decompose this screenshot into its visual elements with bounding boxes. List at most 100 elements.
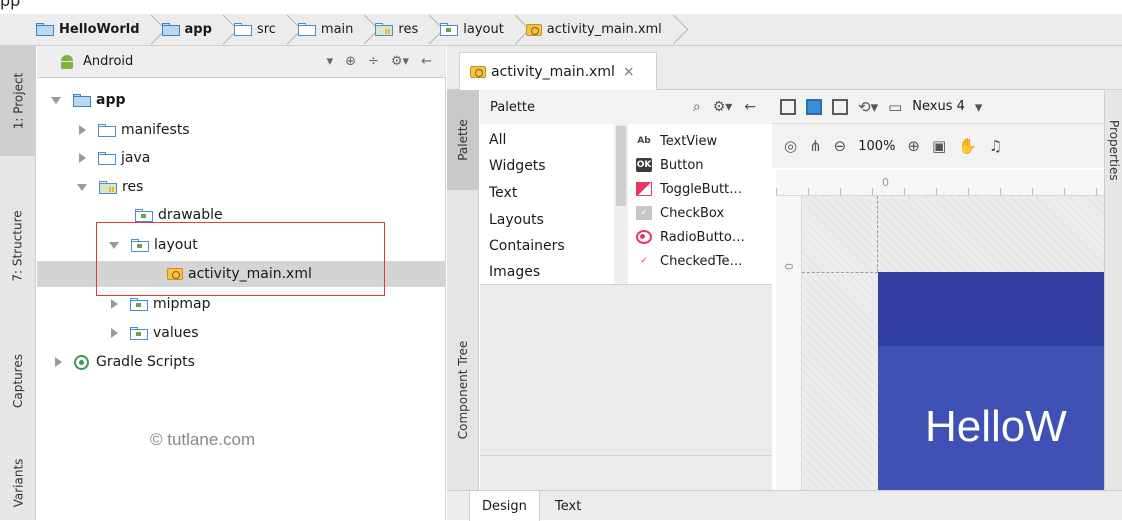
preview-hello-text: HelloW <box>925 402 1067 451</box>
side-tab-label: Component Tree <box>456 340 471 440</box>
tree-item-gradle-scripts[interactable]: Gradle Scripts <box>37 349 446 375</box>
tool-tab-project[interactable]: 1: Project <box>0 46 36 156</box>
guide-line <box>802 272 878 273</box>
orientation-icon[interactable]: ⟲▾ <box>858 98 878 116</box>
breadcrumb-layout[interactable]: layout <box>440 14 526 45</box>
palette-item-checkbox[interactable]: ✓ CheckBox <box>636 202 724 224</box>
zoom-to-fit-icon[interactable]: ▣ <box>932 137 946 155</box>
palette-item-label: ToggleButt… <box>660 181 743 197</box>
palette-item-checkedtextview[interactable]: ✓ CheckedTe… <box>636 250 742 272</box>
pan-hand-icon[interactable]: ✋ <box>958 137 977 155</box>
breadcrumb-helloworld[interactable]: HelloWorld <box>36 14 162 45</box>
palette-scrollbar[interactable] <box>614 124 628 284</box>
settings-gear-icon[interactable]: ⚙▾ <box>713 99 733 115</box>
expand-arrow-icon[interactable] <box>51 96 61 104</box>
tool-tab-structure[interactable]: 7: Structure <box>0 176 36 316</box>
breadcrumb-main[interactable]: main <box>297 14 375 45</box>
zoom-in-icon[interactable]: ⊕ <box>907 137 920 155</box>
tree-item-label: app <box>96 92 126 108</box>
palette-item-radiobutton[interactable]: RadioButto… <box>636 226 745 248</box>
breadcrumb-res[interactable]: res <box>375 14 440 45</box>
panel-divider <box>480 455 772 456</box>
hide-panel-icon[interactable]: ← <box>744 99 756 115</box>
breadcrumb-separator-icon <box>218 14 230 45</box>
design-view-icon[interactable] <box>780 98 796 115</box>
tree-item-res[interactable]: res <box>37 174 446 200</box>
design-toolbar-top: ⟲▾ ▭ Nexus 4 ▾ <box>772 90 1104 124</box>
breadcrumb-src[interactable]: src <box>233 14 298 45</box>
palette-category-text[interactable]: Text <box>489 185 517 201</box>
breadcrumb-separator-icon <box>510 14 522 45</box>
design-toolbar-bottom: ◎ ⋔ ⊖ 100% ⊕ ▣ ✋ ♫ <box>772 124 1104 168</box>
hide-panel-icon[interactable]: ← <box>421 54 432 69</box>
palette-item-textview[interactable]: Ab TextView <box>636 130 717 152</box>
side-tab-component-tree[interactable]: Component Tree <box>447 300 479 480</box>
res-folder-icon <box>99 180 117 194</box>
module-folder-icon <box>36 23 54 36</box>
both-views-icon[interactable] <box>832 98 848 115</box>
collapse-arrow-icon[interactable] <box>55 357 62 367</box>
collapse-arrow-icon[interactable] <box>79 125 86 135</box>
zoom-out-icon[interactable]: ⊖ <box>834 137 847 155</box>
palette-header: Palette ⌕ ⚙▾ ← <box>480 90 772 124</box>
tree-item-label: manifests <box>121 122 190 138</box>
settings-gear-icon[interactable]: ⚙▾ <box>391 54 409 69</box>
preview-app-bar <box>878 272 1104 346</box>
checkbox-icon: ✓ <box>636 206 652 220</box>
blueprint-view-icon[interactable] <box>806 98 822 115</box>
breadcrumb-app[interactable]: app <box>161 14 234 45</box>
collapse-icon[interactable]: ÷ <box>368 54 379 69</box>
palette-category-all[interactable]: All <box>489 132 506 148</box>
side-tab-palette[interactable]: Palette <box>447 90 479 190</box>
collapse-arrow-icon[interactable] <box>111 328 118 338</box>
palette-item-label: CheckBox <box>660 205 725 221</box>
breadcrumb-separator-icon <box>424 14 436 45</box>
tree-item-java[interactable]: java <box>37 145 446 171</box>
palette-category-layouts[interactable]: Layouts <box>489 212 544 228</box>
tree-item-manifests[interactable]: manifests <box>37 117 446 143</box>
tab-text[interactable]: Text <box>543 491 593 521</box>
close-icon[interactable]: × <box>623 64 635 80</box>
device-selector[interactable]: Nexus 4 <box>912 99 965 114</box>
project-view-selector[interactable]: Android <box>83 54 133 69</box>
dropdown-arrow-icon[interactable]: ▾ <box>975 98 983 116</box>
navigation-bar: HelloWorld app src main res layout activ… <box>0 14 1122 46</box>
tree-item-label: values <box>153 325 199 341</box>
palette-category-images[interactable]: Images <box>489 264 540 280</box>
cropped-title-text: pp <box>0 0 21 10</box>
tab-design[interactable]: Design <box>469 491 540 521</box>
expand-arrow-icon[interactable] <box>77 183 87 191</box>
radiobutton-icon <box>636 230 652 244</box>
collapse-arrow-icon[interactable] <box>111 299 118 309</box>
search-icon[interactable]: ⌕ <box>693 99 701 115</box>
tree-item-values[interactable]: values <box>37 320 446 346</box>
palette-item-button[interactable]: OK Button <box>636 154 704 176</box>
tab-activity-main-xml[interactable]: activity_main.xml × <box>459 52 657 90</box>
checkedtextview-icon: ✓ <box>640 256 648 266</box>
sync-icon[interactable]: ⊕ <box>345 54 356 69</box>
palette-item-label: RadioButto… <box>660 229 745 245</box>
palette-item-togglebutton[interactable]: ToggleButt… <box>636 178 742 200</box>
scrollbar-thumb[interactable] <box>616 126 626 206</box>
tree-item-app[interactable]: app <box>37 87 446 113</box>
collapse-arrow-icon[interactable] <box>79 153 86 163</box>
folder-icon <box>297 23 316 36</box>
side-tab-properties[interactable]: Properties <box>1107 120 1121 181</box>
tool-tab-variants[interactable]: Variants <box>0 446 36 520</box>
properties-side-strip: Properties <box>1104 90 1122 490</box>
module-folder-icon <box>161 23 180 36</box>
vertical-ruler: 0 <box>776 196 802 490</box>
tool-tab-captures[interactable]: Captures <box>0 326 36 436</box>
show-constraints-icon[interactable]: ◎ <box>784 137 797 155</box>
palette-category-containers[interactable]: Containers <box>489 238 565 254</box>
warnings-bell-icon[interactable]: ♫ <box>989 137 1002 155</box>
autoconnect-icon[interactable]: ⋔ <box>809 137 822 155</box>
project-panel-tools: ▾ ⊕ ÷ ⚙▾ ← <box>327 54 446 69</box>
tree-item-label: drawable <box>158 207 223 223</box>
tab-label: Text <box>555 498 582 514</box>
palette-category-widgets[interactable]: Widgets <box>489 158 546 174</box>
dropdown-arrow-icon[interactable]: ▾ <box>327 54 334 69</box>
ruler-tick-label: 0 <box>882 176 889 189</box>
breadcrumb-activity-main-xml[interactable]: activity_main.xml <box>525 14 684 45</box>
breadcrumb-separator-icon <box>359 14 371 45</box>
